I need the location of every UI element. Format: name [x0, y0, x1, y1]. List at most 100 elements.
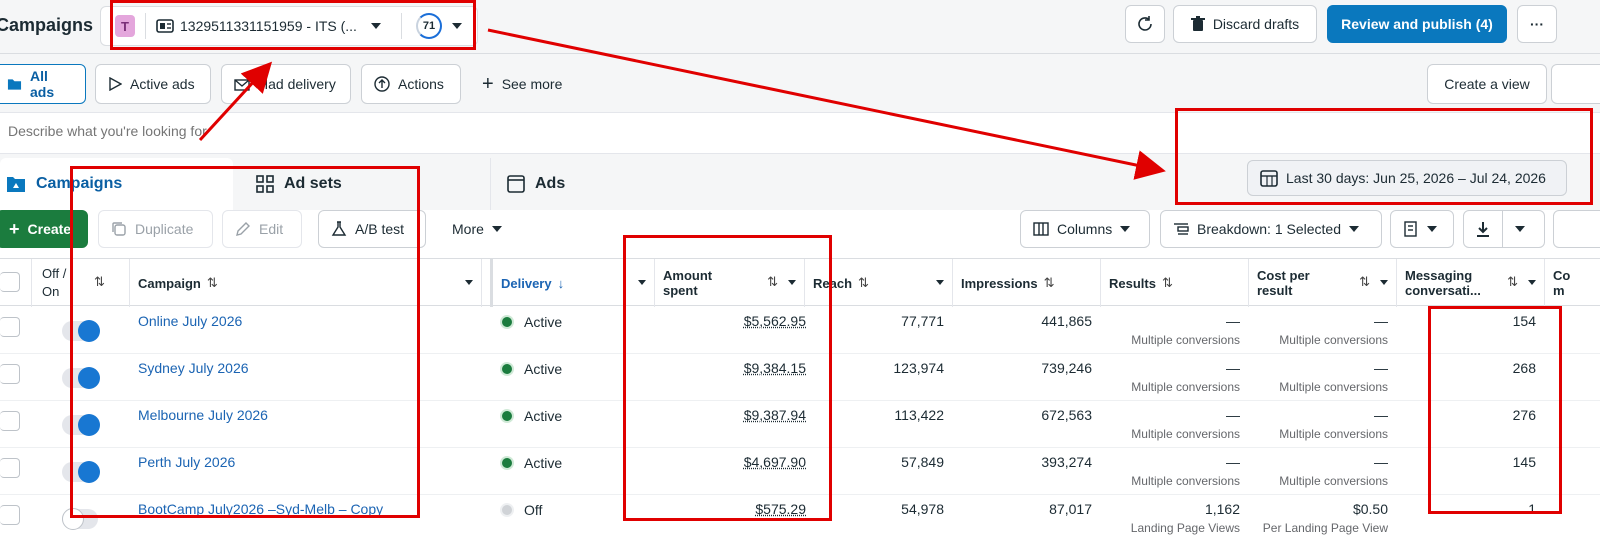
filter-had-delivery-label: Had delivery [258, 76, 336, 92]
more-options-button[interactable]: ··· [1517, 5, 1557, 43]
chevron-down-icon[interactable] [936, 280, 944, 285]
chevron-down-icon[interactable] [788, 280, 796, 285]
notification-count-badge[interactable]: 71 [416, 13, 442, 39]
filter-all-ads-label: All ads [30, 68, 73, 100]
see-more-filters[interactable]: + See more [470, 64, 582, 104]
campaign-toggle[interactable] [62, 368, 98, 388]
chevron-down-icon [1349, 226, 1359, 232]
sort-icon[interactable]: ⇅ [858, 275, 869, 291]
col-off-on[interactable]: Off / On ⇅ [32, 259, 130, 307]
review-publish-button[interactable]: Review and publish (4) [1327, 5, 1507, 43]
table-row[interactable]: Sydney July 2026 Active $9,384.15 123,97… [0, 354, 1600, 401]
chevron-down-icon [1120, 226, 1130, 232]
tab-ads[interactable]: Ads [490, 158, 735, 210]
col-cost-per-result[interactable]: Cost per result ⇅ [1249, 259, 1397, 307]
sort-icon[interactable]: ⇅ [767, 274, 778, 290]
refresh-icon [1136, 15, 1154, 33]
account-selector[interactable]: T 1329511331151959 - ITS (... 71 [100, 6, 478, 46]
col-amount-spent[interactable]: Amount spent ⇅ [655, 259, 805, 307]
sort-down-icon[interactable]: ↓ [558, 276, 565, 291]
campaign-toggle[interactable] [62, 321, 98, 341]
table-row[interactable]: Perth July 2026 Active $4,697.90 57,849 … [0, 448, 1600, 495]
see-more-label: See more [502, 76, 563, 92]
row-checkbox[interactable] [0, 317, 20, 337]
col-impressions-label: Impressions [961, 276, 1038, 291]
col-campaign[interactable]: Campaign ⇅ [130, 259, 482, 307]
chevron-down-icon [1515, 226, 1525, 232]
export-button[interactable] [1463, 210, 1545, 248]
impressions: 739,246 [1041, 360, 1092, 376]
chevron-down-icon[interactable] [465, 280, 473, 285]
chevron-down-icon [492, 226, 502, 232]
table-row[interactable]: BootCamp July2026 –Syd-Melb – Copy Off $… [0, 495, 1600, 541]
discard-drafts-button[interactable]: Discard drafts [1173, 5, 1317, 43]
delivery-label: Active [524, 408, 562, 424]
impressions: 441,865 [1041, 313, 1092, 329]
campaign-name-link[interactable]: Online July 2026 [138, 313, 242, 329]
campaign-name-link[interactable]: BootCamp July2026 –Syd-Melb – Copy [138, 501, 383, 517]
row-checkbox[interactable] [0, 505, 20, 525]
more-actions-button[interactable]: More [440, 210, 520, 248]
tab-ad-sets[interactable]: Ad sets [240, 158, 485, 210]
sort-icon[interactable]: ⇅ [207, 275, 218, 291]
sort-icon[interactable]: ⇅ [1507, 274, 1518, 290]
tab-campaigns[interactable]: Campaigns [0, 158, 233, 210]
campaign-name-link[interactable]: Melbourne July 2026 [138, 407, 268, 423]
row-checkbox[interactable] [0, 411, 20, 431]
delivery-status: Active [500, 455, 562, 471]
edit-button[interactable]: Edit [222, 210, 302, 248]
chevron-down-icon[interactable] [638, 280, 646, 285]
sort-icon[interactable]: ⇅ [1044, 275, 1055, 291]
amount-spent: $9,384.15 [744, 360, 806, 376]
col-impressions[interactable]: Impressions ⇅ [953, 259, 1101, 307]
discard-drafts-label: Discard drafts [1213, 16, 1299, 32]
col-next[interactable]: Co m [1545, 259, 1600, 307]
chevron-down-icon[interactable] [1380, 280, 1388, 285]
duplicate-button[interactable]: Duplicate [98, 210, 213, 248]
col-reach[interactable]: Reach ⇅ [805, 259, 953, 307]
campaign-toggle[interactable] [62, 415, 98, 435]
ab-test-button[interactable]: A/B test [318, 210, 426, 248]
chevron-down-icon[interactable] [1528, 280, 1536, 285]
columns-button[interactable]: Columns [1020, 210, 1150, 248]
chevron-down-icon[interactable] [371, 23, 381, 29]
date-range-picker[interactable]: Last 30 days: Jun 25, 2026 – Jul 24, 202… [1247, 160, 1567, 196]
campaign-name-link[interactable]: Perth July 2026 [138, 454, 235, 470]
ad-window-icon [507, 175, 525, 193]
reports-button[interactable] [1390, 210, 1454, 248]
create-view-button[interactable]: Create a view [1427, 64, 1547, 104]
filter-active-ads[interactable]: Active ads [95, 64, 211, 104]
flask-icon [331, 221, 347, 237]
toggle-knob [78, 414, 100, 436]
chart-toggle-button[interactable] [1553, 210, 1600, 248]
filter-actions[interactable]: Actions [361, 64, 461, 104]
messaging-conversations: 145 [1513, 454, 1536, 470]
search-input[interactable] [8, 123, 708, 139]
breakdown-label: Breakdown: 1 Selected [1197, 221, 1341, 237]
collapse-panel-button[interactable] [1551, 64, 1600, 104]
breakdown-button[interactable]: Breakdown: 1 Selected [1160, 210, 1382, 248]
col-delivery[interactable]: Delivery ↓ [490, 259, 655, 307]
refresh-button[interactable] [1125, 5, 1165, 43]
cost-per-result: $0.50 [1353, 501, 1388, 517]
col-amount-spent-label-2: spent [663, 283, 698, 298]
campaign-name-link[interactable]: Sydney July 2026 [138, 360, 249, 376]
row-checkbox[interactable] [0, 458, 20, 478]
chevron-down-icon[interactable] [452, 23, 462, 29]
folder-icon [7, 77, 22, 91]
col-results[interactable]: Results ⇅ [1101, 259, 1249, 307]
row-checkbox[interactable] [0, 364, 20, 384]
campaign-toggle[interactable] [62, 509, 98, 529]
select-all-checkbox[interactable] [0, 272, 20, 292]
col-cpr-label-2: result [1257, 283, 1292, 298]
filter-had-delivery[interactable]: Had delivery [221, 64, 351, 104]
filter-all-ads[interactable]: All ads [0, 64, 86, 104]
sort-icon[interactable]: ⇅ [1359, 274, 1370, 290]
table-row[interactable]: Melbourne July 2026 Active $9,387.94 113… [0, 401, 1600, 448]
sort-icon[interactable]: ⇅ [94, 274, 105, 290]
table-row[interactable]: Online July 2026 Active $5,562.95 77,771… [0, 307, 1600, 354]
create-button[interactable]: + Create [0, 210, 88, 248]
sort-icon[interactable]: ⇅ [1162, 275, 1173, 291]
campaign-toggle[interactable] [62, 462, 98, 482]
col-messaging[interactable]: Messaging conversati... ⇅ [1397, 259, 1545, 307]
